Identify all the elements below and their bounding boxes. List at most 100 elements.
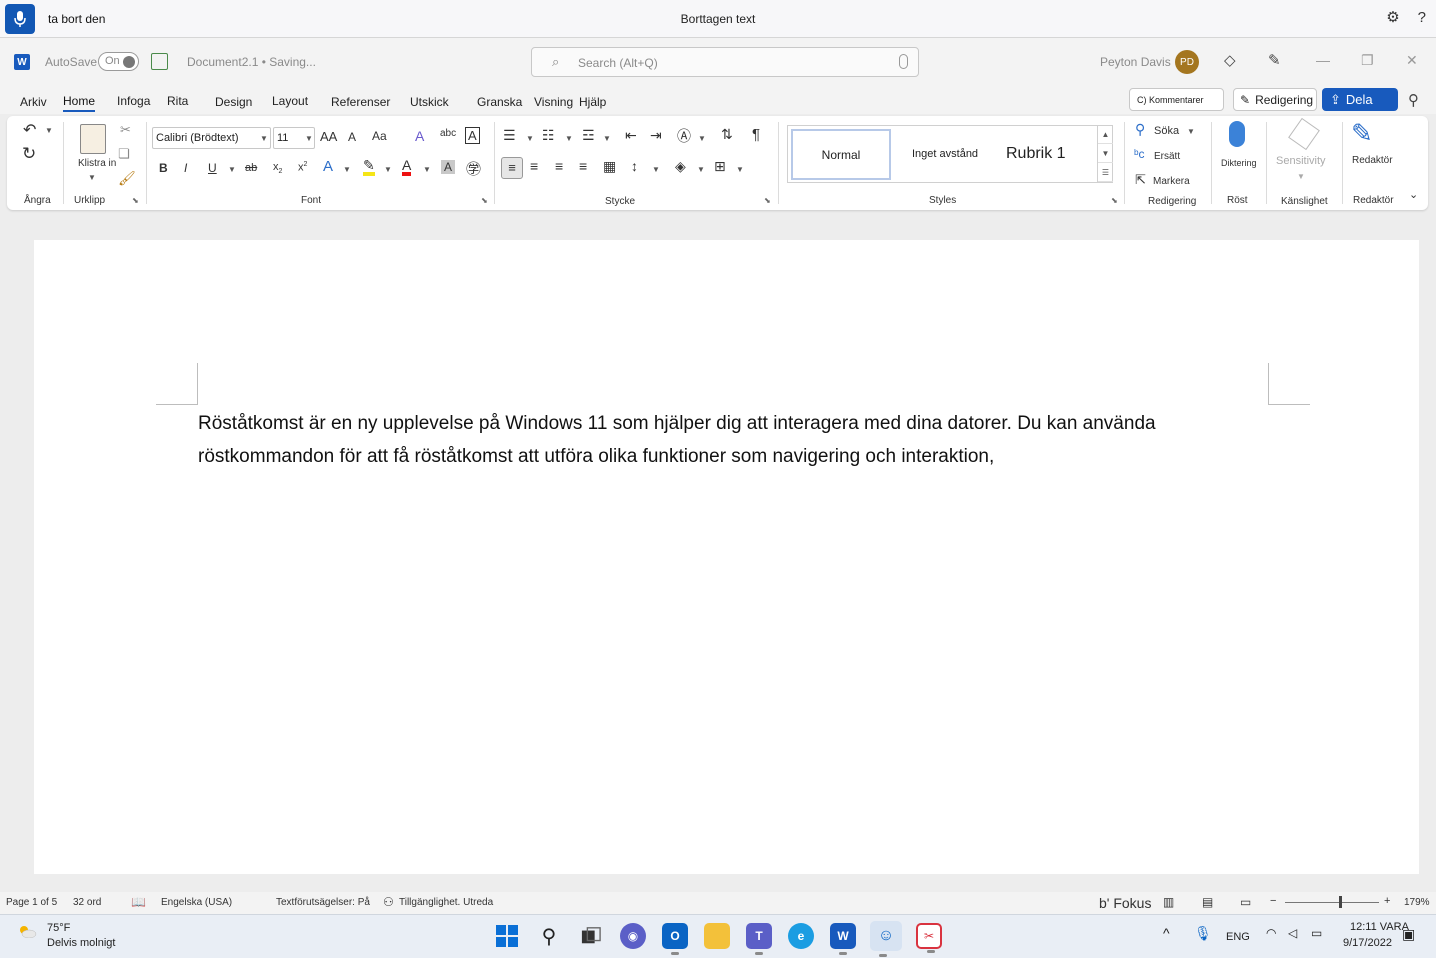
tab-hjalp[interactable]: Hjälp: [579, 95, 606, 109]
tab-granska[interactable]: Granska: [477, 95, 522, 109]
clear-formatting-icon[interactable]: A: [415, 128, 424, 144]
pen-sparkle-icon[interactable]: ✎: [1268, 51, 1281, 69]
editor-pen-icon[interactable]: ✎: [1351, 118, 1373, 149]
underline-button[interactable]: U: [208, 161, 217, 175]
voice-access-icon[interactable]: ☺: [870, 921, 902, 957]
select-cursor-icon[interactable]: ⇱: [1135, 172, 1146, 188]
clipboard-launcher-icon[interactable]: ⬊: [132, 196, 139, 205]
diamond-icon[interactable]: ◇: [1224, 51, 1236, 69]
chat-icon[interactable]: ◉: [620, 923, 646, 949]
wifi-icon[interactable]: ◠: [1266, 926, 1276, 940]
redo-icon[interactable]: ↻: [22, 144, 36, 164]
editor-button[interactable]: Redaktör: [1352, 155, 1393, 166]
undo-icon[interactable]: ↶: [23, 120, 36, 140]
multilevel-list-icon[interactable]: ☲: [582, 127, 595, 144]
text-effects-dropdown-icon[interactable]: ▼: [343, 165, 351, 174]
clock-date[interactable]: 9/17/2022: [1343, 937, 1392, 949]
weather-description[interactable]: Delvis molnigt: [47, 937, 115, 949]
align-center-icon[interactable]: ≡: [530, 158, 538, 174]
outlook-icon[interactable]: O: [662, 923, 688, 955]
find-icon[interactable]: ⚲: [1135, 121, 1145, 138]
find-dropdown-icon[interactable]: ▼: [1187, 127, 1195, 136]
style-no-spacing[interactable]: Inget avstånd: [912, 148, 978, 160]
zoom-slider-thumb[interactable]: [1338, 896, 1342, 908]
style-normal[interactable]: Normal: [791, 129, 891, 180]
document-paragraph[interactable]: Röståtkomst är en ny upplevelse på Windo…: [198, 407, 1158, 473]
styles-scroll-down-icon[interactable]: ▼: [1098, 144, 1113, 163]
clipboard-icon[interactable]: [80, 124, 106, 154]
underline-dropdown-icon[interactable]: ▼: [228, 165, 236, 174]
change-case-button[interactable]: Aa: [372, 129, 387, 143]
undo-dropdown-icon[interactable]: ▼: [45, 126, 53, 135]
file-explorer-icon[interactable]: [704, 923, 730, 949]
read-mode-icon[interactable]: ▥: [1163, 895, 1174, 909]
increase-indent-icon[interactable]: ⇥: [650, 127, 662, 144]
feedback-icon[interactable]: ⚲: [1408, 91, 1419, 109]
print-layout-icon[interactable]: ▤: [1202, 895, 1213, 909]
tab-infoga[interactable]: Infoga: [117, 94, 150, 108]
strikethrough-button[interactable]: ab: [245, 162, 257, 174]
search-microphone-icon[interactable]: [899, 54, 908, 69]
tab-utskick[interactable]: Utskick: [410, 95, 449, 109]
paragraph-launcher-icon[interactable]: ⬊: [764, 196, 771, 205]
word-count[interactable]: 32 ord: [73, 897, 101, 908]
task-view-icon[interactable]: [578, 923, 604, 949]
tab-rita[interactable]: Rita: [167, 94, 188, 108]
dictate-microphone-icon[interactable]: [1229, 121, 1245, 147]
avatar[interactable]: PD: [1175, 50, 1199, 74]
styles-more-icon[interactable]: ☰: [1098, 163, 1113, 182]
save-status-icon[interactable]: [151, 53, 168, 70]
chevron-up-icon[interactable]: ^: [1163, 925, 1170, 941]
ribbon-expand-icon[interactable]: ⌄: [1409, 188, 1418, 201]
shading-dropdown-icon[interactable]: ▼: [697, 165, 705, 174]
notification-icon[interactable]: ▣: [1402, 926, 1415, 943]
snipping-tool-icon[interactable]: ✂: [916, 923, 942, 953]
weather-temperature[interactable]: 75°F: [47, 922, 70, 934]
font-name-dropdown-icon[interactable]: ▼: [260, 134, 268, 143]
zoom-out-icon[interactable]: −: [1270, 895, 1276, 907]
close-icon[interactable]: ✕: [1406, 52, 1418, 69]
tab-referenser[interactable]: Referenser: [331, 95, 390, 109]
bullets-icon[interactable]: ☰: [503, 127, 516, 144]
word-icon[interactable]: W: [830, 923, 856, 955]
select-button[interactable]: Markera: [1153, 176, 1190, 187]
character-border-icon[interactable]: A: [465, 127, 480, 144]
show-formatting-marks-icon[interactable]: ¶: [752, 126, 760, 143]
numbering-dropdown-icon[interactable]: ▼: [565, 134, 573, 143]
align-left-icon[interactable]: ≡: [501, 157, 523, 179]
minimize-icon[interactable]: —: [1316, 52, 1330, 68]
justify-icon[interactable]: ≡: [579, 158, 587, 174]
copy-icon[interactable]: ❏: [118, 146, 130, 162]
tab-design[interactable]: Design: [215, 95, 252, 109]
distributed-icon[interactable]: ▦: [603, 158, 616, 175]
shading-icon[interactable]: ◈: [675, 158, 686, 175]
comments-button[interactable]: C) Kommentarer: [1129, 88, 1224, 111]
multilevel-dropdown-icon[interactable]: ▼: [603, 134, 611, 143]
dictate-button[interactable]: Diktering: [1221, 158, 1257, 168]
zoom-slider[interactable]: [1285, 902, 1379, 903]
character-shading-icon[interactable]: A: [441, 160, 456, 174]
page-count[interactable]: Page 1 of 5: [6, 897, 57, 908]
style-heading-1[interactable]: Rubrik 1: [1006, 145, 1066, 163]
text-predictions-status[interactable]: Textförutsägelser: På: [276, 897, 370, 908]
highlight-dropdown-icon[interactable]: ▼: [384, 165, 392, 174]
teams-icon[interactable]: T: [746, 923, 772, 955]
zoom-level[interactable]: 179%: [1404, 897, 1430, 908]
accessibility-status[interactable]: Tillgänglighet. Utreda: [399, 897, 493, 908]
find-button[interactable]: Söka: [1154, 125, 1179, 137]
help-icon[interactable]: ?: [1418, 9, 1426, 26]
align-right-icon[interactable]: ≡: [555, 158, 563, 174]
borders-icon[interactable]: ⊞: [714, 158, 726, 175]
replace-icon[interactable]: ᵇc: [1134, 147, 1145, 161]
start-icon[interactable]: [494, 923, 520, 949]
line-spacing-dropdown-icon[interactable]: ▼: [652, 165, 660, 174]
highlight-icon[interactable]: ✎: [363, 158, 375, 176]
zoom-in-icon[interactable]: +: [1384, 895, 1390, 907]
enclose-characters-icon[interactable]: ㊫: [466, 158, 481, 179]
font-name-select[interactable]: Calibri (Brödtext): [152, 127, 271, 149]
proofing-book-icon[interactable]: 📖: [131, 895, 146, 909]
editing-mode-button[interactable]: ✎ Redigering: [1233, 88, 1317, 111]
font-color-icon[interactable]: A: [402, 158, 412, 176]
font-color-dropdown-icon[interactable]: ▼: [423, 165, 431, 174]
document-name[interactable]: Document2.1 • Saving...: [187, 55, 316, 69]
